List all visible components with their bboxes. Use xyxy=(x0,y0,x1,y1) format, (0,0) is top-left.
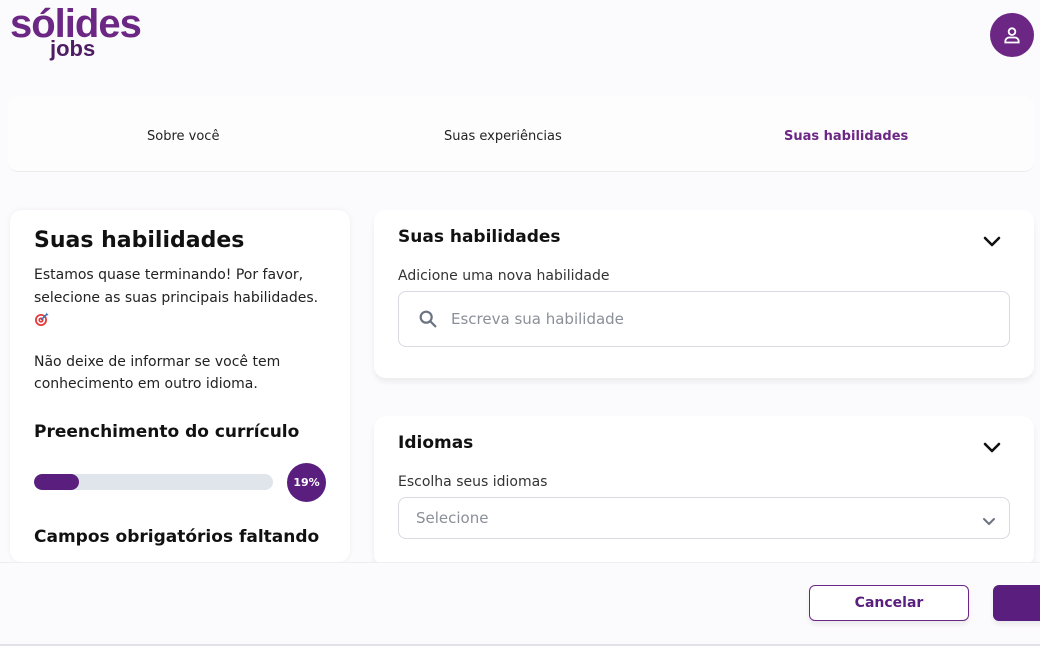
user-profile-button[interactable] xyxy=(990,13,1034,57)
languages-collapse-chevron-icon[interactable] xyxy=(980,439,1004,459)
missing-fields-title: Campos obrigatórios faltando xyxy=(34,527,320,547)
logo-sub-text: jobs xyxy=(50,36,96,61)
languages-select-label: Escolha seus idiomas xyxy=(398,474,548,490)
languages-card: Idiomas Escolha seus idiomas Selecione xyxy=(374,416,1034,566)
skill-search-field[interactable] xyxy=(398,291,1010,347)
step-navigation: Sobre você Suas experiências Suas habili… xyxy=(8,96,1034,172)
sidebar-title: Suas habilidades xyxy=(34,228,245,253)
languages-select-value: Selecione xyxy=(416,509,489,527)
target-emoji-icon xyxy=(34,311,50,331)
chevron-down-icon xyxy=(982,512,996,531)
solides-jobs-logo[interactable]: sólides jobs xyxy=(10,4,142,60)
progress-percent-badge: 19% xyxy=(287,463,326,502)
skills-input-label: Adicione uma nova habilidade xyxy=(398,268,610,284)
progress-bar-fill xyxy=(34,474,80,490)
skills-card: Suas habilidades Adicione uma nova habil… xyxy=(374,210,1034,378)
languages-select[interactable]: Selecione xyxy=(398,497,1010,539)
skills-collapse-chevron-icon[interactable] xyxy=(980,233,1004,253)
sidebar-instructions: Estamos quase terminando! Por favor, sel… xyxy=(34,267,319,306)
step-suas-experiencias[interactable]: Suas experiências xyxy=(444,129,562,144)
sidebar-language-note: Não deixe de informar se você tem conhec… xyxy=(34,354,281,392)
sidebar-card: Suas habilidades Estamos quase terminand… xyxy=(10,210,350,562)
user-icon xyxy=(1004,27,1020,44)
languages-card-title: Idiomas xyxy=(398,433,474,453)
skill-search-input[interactable] xyxy=(451,292,991,346)
progress-title: Preenchimento do currículo xyxy=(34,422,300,442)
skills-card-title: Suas habilidades xyxy=(398,227,561,247)
step-sobre-voce[interactable]: Sobre você xyxy=(147,129,219,144)
step-suas-habilidades[interactable]: Suas habilidades xyxy=(784,129,908,144)
progress-bar xyxy=(34,474,273,490)
primary-action-button[interactable] xyxy=(993,585,1040,621)
cancel-button[interactable]: Cancelar xyxy=(809,585,969,621)
search-icon xyxy=(417,308,439,334)
